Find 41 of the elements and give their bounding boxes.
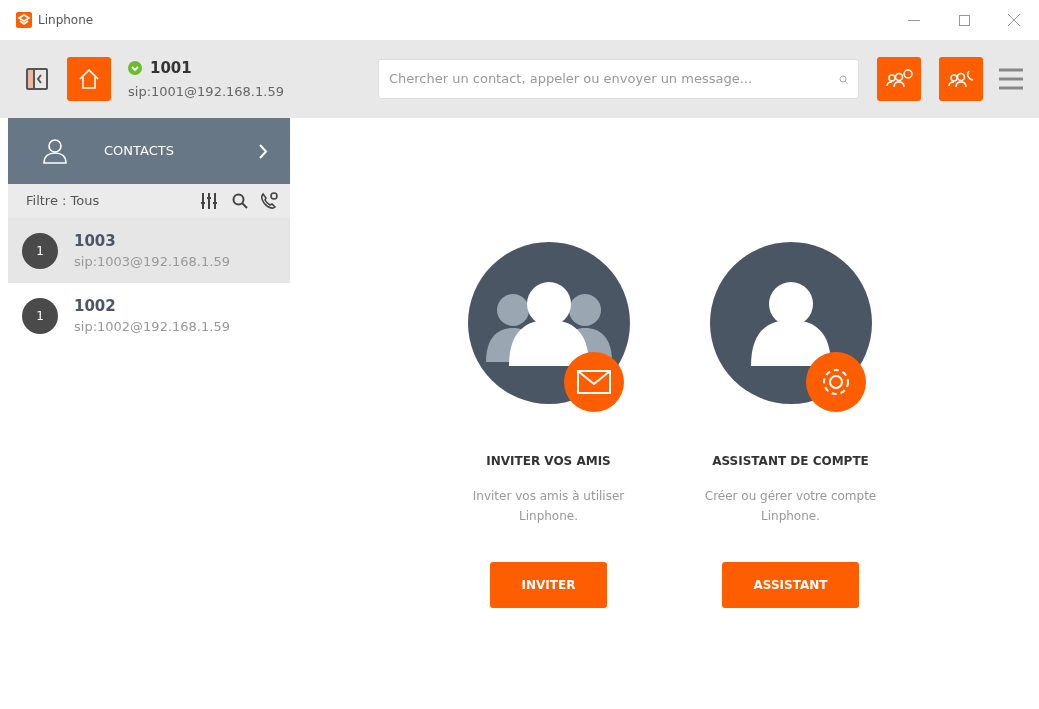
card-description: Inviter vos amis à utiliser Linphone. <box>471 488 626 525</box>
home-button[interactable] <box>67 57 111 101</box>
contact-address: sip:1003@192.168.1.59 <box>74 253 230 271</box>
group-call-button[interactable] <box>938 57 983 101</box>
contact-name: 1002 <box>74 295 117 317</box>
search-input[interactable]: Chercher un contact, appeler ou envoyer un message... <box>388 69 839 89</box>
envelope-badge-icon <box>563 352 624 412</box>
avatar: 1 <box>22 297 58 334</box>
contacts-header[interactable]: CONTACTS <box>8 118 290 184</box>
minimize-icon <box>908 19 920 21</box>
filter-label: Filtre : Tous <box>26 192 100 211</box>
gear-badge-icon <box>805 352 866 412</box>
avatar: 1 <box>22 232 58 269</box>
group-chat-icon <box>884 69 913 89</box>
contact-address: sip:1002@192.168.1.59 <box>74 318 230 336</box>
search-icon <box>838 74 848 84</box>
account-name: 1001 <box>150 58 192 79</box>
close-icon <box>1008 14 1020 26</box>
card-description: Créer ou gérer votre compte Linphone. <box>703 488 878 525</box>
contacts-title: CONTACTS <box>104 142 174 161</box>
card-title: INVITER VOS AMIS <box>486 453 611 470</box>
phone-icon[interactable] <box>260 192 278 210</box>
search-field[interactable]: Chercher un contact, appeler ou envoyer un message... <box>377 59 859 99</box>
sidebar-toggle-icon[interactable] <box>26 68 48 90</box>
filter-sliders-icon[interactable] <box>200 192 218 210</box>
card-title: ASSISTANT DE COMPTE <box>712 453 869 470</box>
group-call-icon <box>946 69 975 89</box>
search-icon[interactable] <box>232 193 248 209</box>
person-icon <box>42 138 68 164</box>
window-title: Linphone <box>38 12 94 29</box>
home-icon <box>78 68 100 90</box>
contact-item[interactable]: 1 1003 sip:1003@192.168.1.59 <box>8 218 290 283</box>
contact-name: 1003 <box>74 230 117 252</box>
menu-icon[interactable] <box>999 68 1023 90</box>
app-logo-icon <box>16 12 32 28</box>
maximize-icon <box>958 14 970 26</box>
group-chat-button[interactable] <box>876 57 921 101</box>
assistant-button[interactable]: ASSISTANT <box>721 562 860 608</box>
account-address: sip:1001@192.168.1.59 <box>128 82 284 101</box>
chevron-right-icon <box>259 143 268 159</box>
invite-button[interactable]: INVITER <box>489 562 608 608</box>
